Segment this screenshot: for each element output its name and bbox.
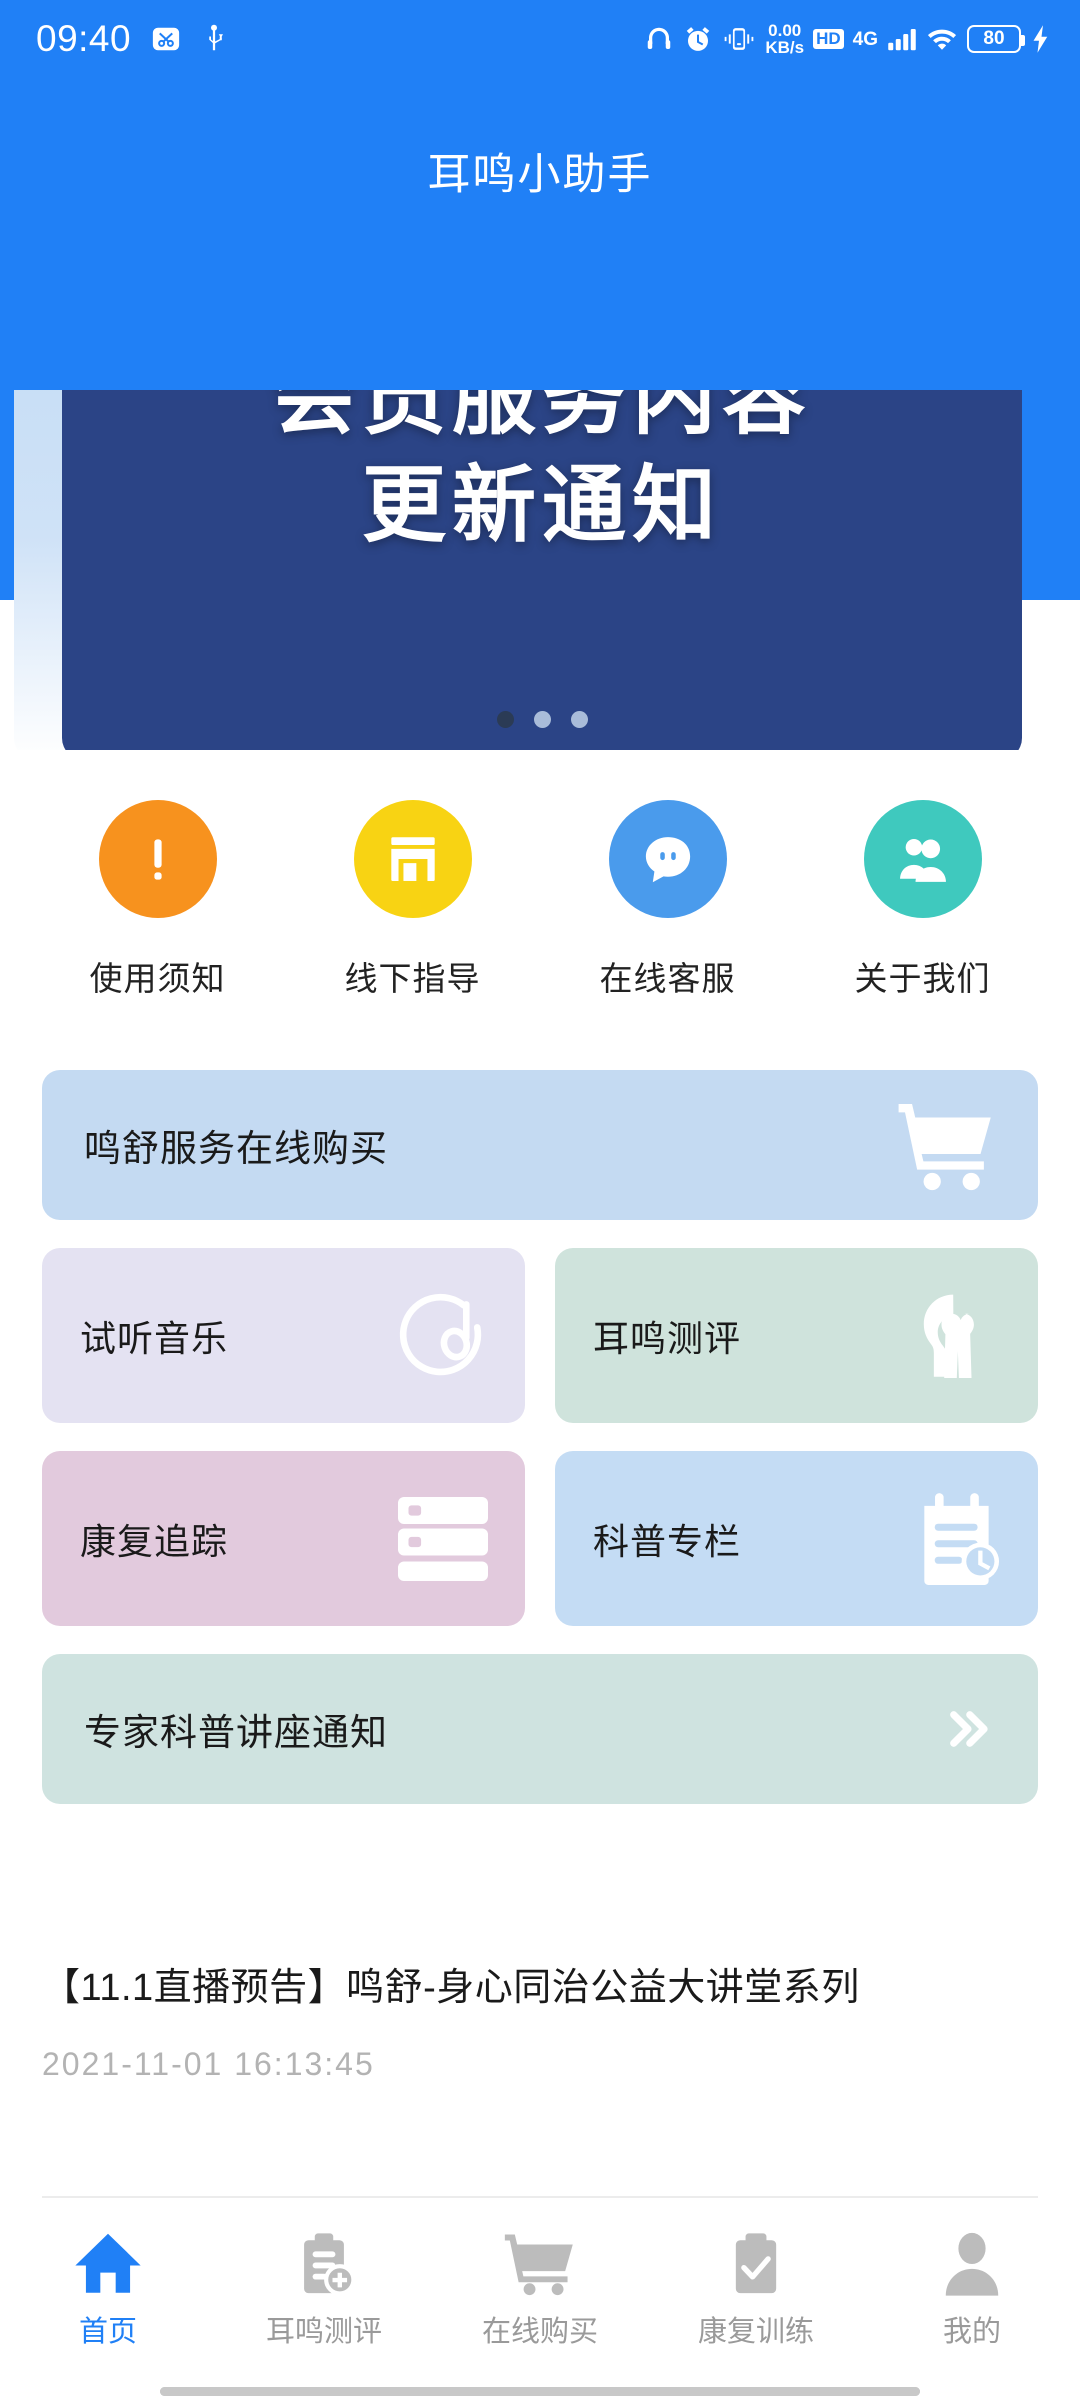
tab-online-purchase[interactable]: 在线购买 (432, 2230, 648, 2350)
network-speed-unit: KB/s (765, 38, 805, 57)
news-title: 【11.1直播预告】鸣舒-身心同治公益大讲堂系列 (42, 1967, 860, 2009)
card-online-purchase[interactable]: 鸣舒服务在线购买 (42, 1070, 1038, 1220)
card-title: 试听音乐 (80, 1317, 229, 1359)
card-title: 康复追踪 (80, 1520, 229, 1562)
exclamation-icon (98, 800, 217, 918)
feature-card-row-2: 康复追踪 科普专栏 (42, 1451, 1038, 1626)
store-icon (353, 800, 472, 918)
tab-rehab-training[interactable]: 康复训练 (648, 2230, 864, 2350)
alarm-clock-icon (683, 24, 713, 54)
banner-carousel[interactable]: 会员服务内容 更新通知 (0, 390, 1080, 750)
status-bar-left: 09:40 (0, 18, 227, 60)
user-icon (939, 2230, 1005, 2298)
quick-action-usage-notes[interactable]: 使用须知 (73, 800, 243, 1000)
home-indicator-seg (668, 2387, 920, 2396)
head-heart-icon (912, 1288, 1004, 1384)
carousel-dot-3[interactable] (570, 711, 588, 728)
music-note-icon (399, 1290, 491, 1382)
home-indicator-seg (414, 2387, 666, 2396)
charging-bolt-icon (1030, 24, 1052, 54)
double-chevron-right-icon (944, 1704, 992, 1754)
quick-action-label: 关于我们 (854, 960, 991, 997)
tab-label: 耳鸣测评 (265, 2316, 382, 2348)
card-trial-music[interactable]: 试听音乐 (42, 1248, 525, 1423)
card-title: 鸣舒服务在线购买 (84, 1128, 388, 1169)
hd-badge: HD (813, 29, 844, 49)
card-title: 科普专栏 (593, 1520, 742, 1562)
quick-action-about-us[interactable]: 关于我们 (838, 800, 1008, 1000)
tab-label: 在线购买 (481, 2316, 598, 2348)
clipboard-check-icon (723, 2230, 789, 2298)
feature-card-row-1: 试听音乐 耳鸣测评 (42, 1248, 1038, 1423)
status-clock: 09:40 (36, 18, 132, 59)
list-rows-icon (395, 1493, 491, 1585)
tab-home[interactable]: 首页 (0, 2230, 216, 2350)
card-science-column[interactable]: 科普专栏 (555, 1451, 1038, 1626)
cart-icon (502, 2230, 578, 2298)
bottom-tab-bar: 首页 耳鸣测评 在线购买 康复训练 我的 (0, 2208, 1080, 2408)
quick-action-label: 在线客服 (599, 960, 736, 997)
screenshot-icon (151, 24, 181, 54)
shopping-cart-icon (892, 1097, 998, 1193)
tab-label: 我的 (942, 2316, 1001, 2348)
status-bar: 09:40 0.00 KB/s HD 4G 80 (0, 0, 1080, 78)
carousel-dots[interactable] (62, 711, 1022, 728)
carousel-dot-2[interactable] (533, 711, 551, 728)
carousel-dot-1[interactable] (496, 711, 514, 728)
status-bar-right: 0.00 KB/s HD 4G 80 (644, 22, 1080, 56)
tab-tinnitus-assessment[interactable]: 耳鸣测评 (216, 2230, 432, 2350)
tab-mine[interactable]: 我的 (864, 2230, 1080, 2350)
card-title: 耳鸣测评 (593, 1317, 742, 1359)
quick-action-offline-guidance[interactable]: 线下指导 (328, 800, 498, 1000)
banner-line-2: 更新通知 (361, 458, 722, 552)
card-title: 专家科普讲座通知 (84, 1712, 388, 1753)
carousel-slide-active[interactable]: 会员服务内容 更新通知 (62, 390, 1022, 750)
headphone-icon (644, 24, 674, 54)
news-divider (42, 2196, 1038, 2198)
page-title: 耳鸣小助手 (427, 151, 653, 199)
wifi-icon (926, 25, 958, 53)
card-rehab-tracking[interactable]: 康复追踪 (42, 1451, 525, 1626)
quick-action-online-service[interactable]: 在线客服 (583, 800, 753, 1000)
app-root: 09:40 0.00 KB/s HD 4G 80 耳鸣小助手 会员服务内容 更新… (0, 0, 1080, 2408)
card-tinnitus-assessment[interactable]: 耳鸣测评 (555, 1248, 1038, 1423)
tab-label: 首页 (78, 2316, 137, 2348)
battery-level-label: 80 (983, 28, 1005, 49)
signal-bars-icon (887, 26, 917, 52)
people-icon (863, 800, 982, 918)
system-home-indicator[interactable] (160, 2387, 920, 2396)
network-speed: 0.00 KB/s (765, 22, 804, 56)
feature-card-list: 鸣舒服务在线购买 试听音乐 耳鸣测评 康复追踪 科普专栏 专家科普讲座通知 (42, 1070, 1038, 1832)
notepad-clock-icon (912, 1490, 1004, 1588)
home-indicator-seg (160, 2387, 412, 2396)
banner-text: 会员服务内容 更新通知 (62, 390, 1022, 559)
network-type-label: 4G (852, 28, 878, 50)
battery-indicator: 80 (967, 25, 1025, 53)
network-speed-value: 0.00 (768, 21, 802, 40)
vibrate-icon (722, 24, 756, 54)
clipboard-plus-icon (289, 2230, 359, 2298)
news-item[interactable]: 【11.1直播预告】鸣舒-身心同治公益大讲堂系列 2021-11-01 16:1… (42, 1960, 1038, 2083)
banner-line-1: 会员服务内容 (271, 390, 812, 444)
quick-action-label: 使用须知 (89, 960, 226, 997)
tab-label: 康复训练 (697, 2316, 814, 2348)
quick-action-label: 线下指导 (344, 960, 481, 997)
quick-action-row: 使用须知 线下指导 在线客服 关于我们 (0, 800, 1080, 1000)
usb-icon (201, 24, 227, 54)
chat-bubble-icon (608, 800, 727, 918)
home-icon (72, 2230, 144, 2298)
news-date: 2021-11-01 16:13:45 (42, 2046, 375, 2082)
card-expert-lecture-notice[interactable]: 专家科普讲座通知 (42, 1654, 1038, 1804)
